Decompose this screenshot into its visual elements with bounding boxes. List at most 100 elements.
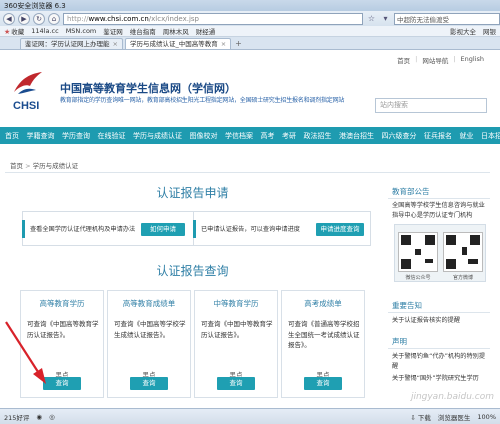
zoom-level[interactable]: 100% [477,413,496,421]
card-description: 可查询《普通高等学校招生全国统一考试成绩认证报告》。 [288,320,360,349]
qr-caption: 官方微博 [452,275,473,281]
star-icon[interactable]: ☆ [366,13,377,24]
url-domain: www.chsi.com.cn [88,14,149,23]
breadcrumb-home[interactable]: 首页 [10,162,23,170]
status-icon[interactable]: ◉ [36,413,42,421]
how-to-apply-button[interactable]: 如何申请 [141,223,185,236]
favorite-item[interactable]: 影视大全 [450,26,476,36]
accent-bar [22,220,25,238]
nav-item[interactable]: 四六级查分 [382,131,417,141]
favorite-item[interactable]: 网银 [483,26,496,36]
back-icon[interactable]: ◀ [3,12,15,25]
query-card-transcript: 高等教育成绩单 可查询《中国高等学校学生成绩认证报告》。 黑点 查询 [107,290,191,398]
tab-item-active[interactable]: 学历与成绩认证_中国高等教育 × [124,38,232,49]
favorite-item[interactable]: 鉴证网 [103,26,123,36]
favorite-item[interactable]: 114la.cc [31,27,58,35]
important-link[interactable]: 关于认证报告核实的提醒 [392,316,490,326]
tab-strip: 鉴证网：学历认证网上办理能 × 学历与成绩认证_中国高等教育 × + [0,37,500,50]
utility-link-home[interactable]: 首页 [397,55,410,65]
query-button[interactable]: 查询 [130,377,168,390]
browser-doctor-button[interactable]: 浏览器医生 [438,412,471,422]
status-icon[interactable]: ◎ [49,413,55,421]
query-button[interactable]: 查询 [43,377,81,390]
url-scheme: http:// [67,14,89,23]
card-title: 高等教育学历 [39,299,85,308]
query-card-gaokao: 高考成绩单 可查询《普通高等学校招生全国统一考试成绩认证报告》。 黑点 查询 [281,290,365,398]
utility-links: 首页 | 网站导航 | English [397,55,484,65]
query-heading: 认证报告查询 [156,264,229,278]
favorites-bar: ★收藏 114la.cc MSN.com 鉴证网 维台指南 周林木风 财经通 影… [0,26,500,37]
qr-code-panel: 微信公众号 官方微博 [394,224,486,282]
favorite-item[interactable]: ★收藏 [4,26,24,36]
statement-link[interactable]: 关于警惕“国外”学院研究生学历 [392,374,490,384]
address-bar[interactable]: http:// www.chsi.com.cn /xlcx/index.jsp [63,12,363,25]
url-path: /xlcx/index.jsp [148,14,199,23]
star-icon: ★ [4,28,11,36]
main-nav: 首页 学籍查询 学历查询 在线验证 学历与成绩认证 图像校对 学信档案 高考 考… [0,127,500,144]
dropdown-icon[interactable]: ▾ [380,13,391,24]
nav-item[interactable]: 就业 [460,131,474,141]
site-logo[interactable]: CHSI [10,66,46,112]
favorite-item[interactable]: 财经通 [196,26,216,36]
statement-link[interactable]: 关于警惕钓鱼“代办”机构的特别提醒 [392,352,490,371]
nav-item[interactable]: 首页 [5,131,19,141]
browser-title: 360安全浏览器 6.3 [4,1,66,10]
site-title: 中国高等教育学生信息网（学信网） [60,82,236,95]
nav-item[interactable]: 学信档案 [225,131,253,141]
favorite-item[interactable]: MSN.com [66,27,97,35]
browser-search-input[interactable]: 中超防无法偷渡受 [394,12,500,25]
logo-text: CHSI [13,100,40,112]
close-icon[interactable]: × [113,40,118,48]
query-card-higher-edu: 高等教育学历 可查询《中国高等教育学历认证报告》。 黑点 查询 [20,290,104,398]
nav-item[interactable]: 政法招生 [304,131,332,141]
utility-link-english[interactable]: English [461,55,484,65]
browser-toolbar: ◀ ▶ ↻ ⌂ http:// www.chsi.com.cn /xlcx/in… [0,11,500,26]
accent-bar [193,220,196,238]
status-left: 215好评 [4,413,30,422]
apply-heading: 认证报告申请 [156,186,229,200]
card-title: 高考成绩单 [304,299,342,308]
notice-link[interactable]: 全国高等学校学生信息咨询与就业指导中心是学历认证专门机构 [392,201,490,220]
favorite-item[interactable]: 周林木风 [163,26,189,36]
logo-bird-icon [14,72,42,94]
divider [388,348,490,349]
separator: | [415,55,418,63]
download-button[interactable]: ⇩ 下载 [410,412,431,422]
new-tab-icon[interactable]: + [235,38,242,49]
forward-icon[interactable]: ▶ [18,12,30,25]
refresh-icon[interactable]: ↻ [33,12,45,25]
divider [5,172,490,173]
nav-item[interactable]: 征兵报名 [424,131,452,141]
nav-item[interactable]: 日本招生 [481,131,500,141]
tab-item[interactable]: 鉴证网：学历认证网上办理能 × [20,38,123,49]
favorite-item[interactable]: 维台指南 [130,26,156,36]
qr-code-icon [443,232,483,272]
watermark: jingyan.baidu.com [410,392,494,402]
site-slogan: 教育部指定的学历查询唯一网站，教育部高校招生阳光工程指定网站，全国硕士研究生招生… [60,97,345,104]
nav-item[interactable]: 学历查询 [62,131,90,141]
query-card-secondary-edu: 中等教育学历 可查询《中国中等教育学历认证报告》。 黑点 查询 [194,290,278,398]
progress-query-button[interactable]: 申请进度查询 [316,223,364,236]
query-button[interactable]: 查询 [304,377,342,390]
qr-caption: 微信公众号 [405,275,431,281]
nav-item[interactable]: 学籍查询 [27,131,55,141]
nav-item[interactable]: 高考 [261,131,275,141]
nav-item[interactable]: 在线验证 [98,131,126,141]
query-button[interactable]: 查询 [217,377,255,390]
separator: | [453,55,456,63]
close-icon[interactable]: × [221,40,226,48]
nav-item[interactable]: 学历与成绩认证 [133,131,182,141]
nav-item[interactable]: 港澳台招生 [339,131,374,141]
site-search-input[interactable]: 站内搜索 [375,98,487,113]
breadcrumb: 首页 > 学历与成绩认证 [10,160,78,170]
browser-status-bar: 215好评 ◉ ◎ ⇩ 下载 浏览器医生 100% [0,408,500,424]
nav-item[interactable]: 考研 [282,131,296,141]
apply-box-text: 查看全国学历认证代理机构及申请办法 [30,226,136,233]
home-icon[interactable]: ⌂ [48,12,60,25]
apply-box-text: 已申请认证报告，可以查询申请进度 [201,226,300,233]
breadcrumb-current: 学历与成绩认证 [32,162,79,170]
nav-item[interactable]: 图像校对 [190,131,218,141]
utility-link-sitemap[interactable]: 网站导航 [422,55,448,65]
notice-heading: 教育部公告 [392,187,430,196]
card-description: 可查询《中国中等教育学历认证报告》。 [201,320,273,339]
